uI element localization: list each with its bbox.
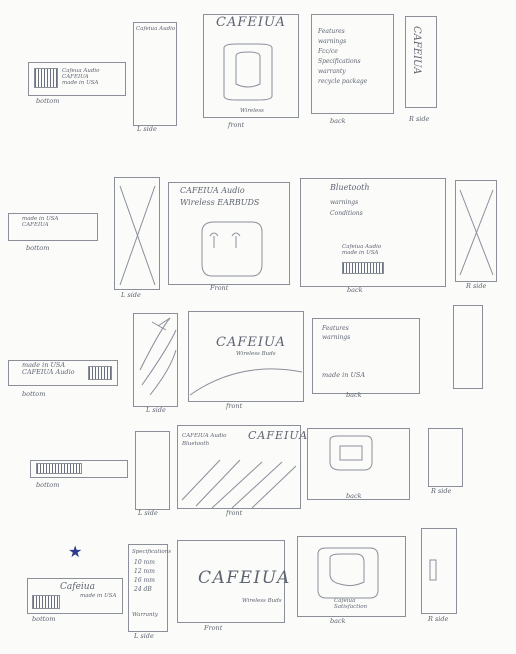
- sketch-sheet: Cafeua Audio CAFEIUA made in USA bottom …: [0, 0, 516, 654]
- row3-lside-swirl: [139, 317, 177, 396]
- row5-back-case-icon: [317, 547, 379, 599]
- row2-lside-x: [119, 185, 156, 286]
- row2-rside-x: [459, 189, 494, 276]
- row4-back-case-icon: [329, 435, 373, 471]
- row4-front-hatching: [181, 459, 297, 509]
- row2-earbuds-icon: [201, 221, 263, 277]
- row5-rside-shape: [429, 559, 437, 581]
- sketch-linework: [119, 43, 494, 599]
- row3-front-swoosh: [189, 368, 303, 396]
